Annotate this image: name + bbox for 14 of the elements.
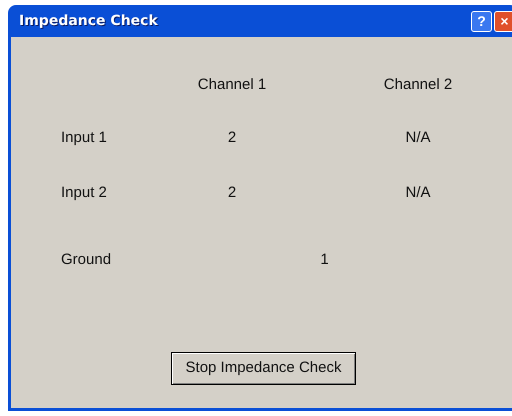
row-label: Ground: [61, 250, 112, 270]
row-label: Input 2: [61, 183, 107, 204]
table-cell-text: 2: [228, 183, 236, 204]
column-header: Channel 2: [384, 74, 452, 95]
window-title: Impedance Check: [19, 12, 159, 30]
table-cell-text: 1: [320, 250, 329, 270]
stop-button[interactable]: Stop Impedance Check: [171, 352, 356, 385]
table-cell-text: 2: [228, 128, 236, 148]
help-button[interactable]: ?: [471, 10, 492, 32]
table-cell-text: N/A: [405, 128, 430, 148]
table-cell-text: N/A: [405, 183, 430, 204]
close-button[interactable]: ×: [494, 10, 512, 32]
column-header: Channel 1: [198, 74, 266, 95]
row-label: Input 1: [61, 128, 107, 148]
